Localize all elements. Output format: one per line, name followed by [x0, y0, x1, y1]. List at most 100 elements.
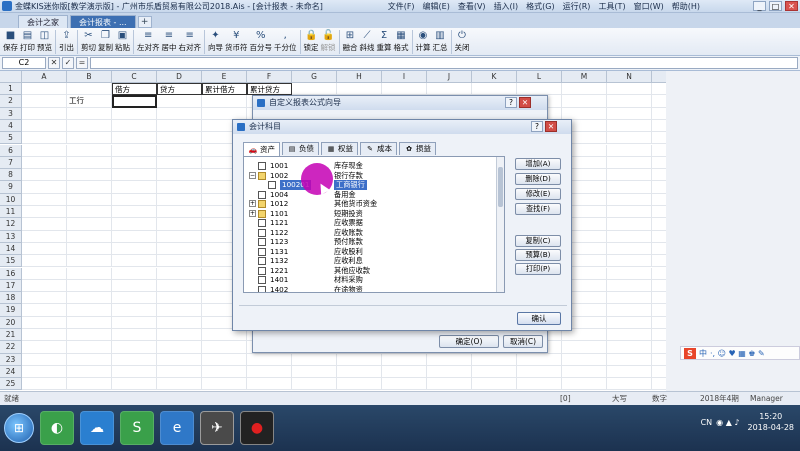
- cell-C8[interactable]: [112, 169, 157, 182]
- account-tree-item[interactable]: 1221 其他应收款: [244, 266, 496, 276]
- toolbar-summary-button[interactable]: ▥ 汇总: [432, 28, 449, 53]
- cell-C20[interactable]: [112, 316, 157, 329]
- cell-K23[interactable]: [472, 353, 517, 366]
- cell-D10[interactable]: [157, 193, 202, 206]
- account-tab-asset[interactable]: 🚗 资产: [243, 142, 280, 156]
- cell-A10[interactable]: [22, 193, 67, 206]
- cell-C25[interactable]: [112, 378, 157, 391]
- cell-J24[interactable]: [427, 365, 472, 379]
- account-tree-item[interactable]: 1001 库存现金: [244, 161, 496, 171]
- account-tree-item[interactable]: +1012 其他货币资金: [244, 199, 496, 209]
- column-header-B[interactable]: B: [67, 71, 112, 83]
- toolbar-preview-button[interactable]: ◫ 预览: [36, 28, 53, 53]
- cell-F25[interactable]: [247, 378, 292, 391]
- cell-A16[interactable]: [22, 267, 67, 280]
- cell-C9[interactable]: [112, 181, 157, 194]
- row-header-15[interactable]: 15: [0, 255, 22, 268]
- cell-D15[interactable]: [157, 255, 202, 268]
- toolbar-recalc-button[interactable]: Σ 重算: [376, 28, 393, 53]
- cell-A2[interactable]: [22, 95, 67, 108]
- expand-icon[interactable]: +: [249, 209, 256, 217]
- cell-D13[interactable]: [157, 230, 202, 243]
- menu-item[interactable]: 编辑(E): [423, 1, 450, 12]
- row-header-3[interactable]: 3: [0, 107, 22, 120]
- cell-O21[interactable]: [652, 329, 666, 342]
- cell-N7[interactable]: [607, 156, 652, 170]
- minimize-button[interactable]: _: [753, 1, 766, 11]
- cell-N12[interactable]: [607, 218, 652, 231]
- cell-E1[interactable]: 累计借方: [202, 83, 247, 96]
- cell-A3[interactable]: [22, 107, 67, 120]
- cell-D8[interactable]: [157, 169, 202, 182]
- ime-toolbar[interactable]: S 中 ·, ☺ ♥ ▦ ♚ ✎: [680, 346, 800, 360]
- cell-F1[interactable]: 累计贷方: [247, 83, 292, 96]
- cell-O19[interactable]: [652, 304, 666, 317]
- cell-B18[interactable]: [67, 292, 112, 305]
- cell-B9[interactable]: [67, 181, 112, 194]
- cell-O3[interactable]: [652, 108, 666, 120]
- cell-B13[interactable]: [67, 230, 112, 243]
- row-header-12[interactable]: 12: [0, 218, 22, 231]
- cell-O15[interactable]: [652, 255, 666, 268]
- row-header-5[interactable]: 5: [0, 132, 22, 145]
- tab-1[interactable]: 会计报表 - ...: [70, 15, 136, 28]
- account-tree-item[interactable]: 1402 在途物资: [244, 285, 496, 292]
- cell-D20[interactable]: [157, 316, 202, 329]
- toolbar-paste-button[interactable]: ▣ 粘贴: [114, 28, 131, 53]
- cell-K24[interactable]: [472, 365, 517, 379]
- cell-A12[interactable]: [22, 218, 67, 231]
- cell-C3[interactable]: [112, 107, 157, 120]
- cell-N17[interactable]: [607, 279, 652, 293]
- cell-K1[interactable]: [472, 83, 517, 96]
- row-header-17[interactable]: 17: [0, 279, 22, 293]
- cell-N19[interactable]: [607, 304, 652, 317]
- cell-M24[interactable]: [562, 365, 607, 379]
- cell-C1[interactable]: 借方: [112, 83, 157, 96]
- cell-O2[interactable]: [652, 95, 666, 108]
- menu-item[interactable]: 查看(V): [458, 1, 486, 12]
- column-header-J[interactable]: J: [427, 71, 472, 83]
- cell-C12[interactable]: [112, 218, 157, 231]
- cell-B5[interactable]: [67, 132, 112, 145]
- column-header-L[interactable]: L: [517, 71, 562, 83]
- cell-L1[interactable]: [517, 83, 562, 96]
- cell-O22[interactable]: [652, 341, 666, 354]
- cell-O12[interactable]: [652, 218, 666, 231]
- cell-B4[interactable]: [67, 119, 112, 133]
- cell-N24[interactable]: [607, 365, 652, 379]
- cell-H24[interactable]: [337, 365, 382, 379]
- cell-B10[interactable]: [67, 193, 112, 206]
- row-header-10[interactable]: 10: [0, 193, 22, 206]
- account-tree-item[interactable]: 1123 预付账款: [244, 237, 496, 247]
- cell-B23[interactable]: [67, 353, 112, 366]
- menu-item[interactable]: 插入(I): [494, 1, 519, 12]
- cell-B21[interactable]: [67, 329, 112, 342]
- cell-A14[interactable]: [22, 242, 67, 256]
- row-header-20[interactable]: 20: [0, 316, 22, 329]
- cell-D21[interactable]: [157, 329, 202, 342]
- row-header-23[interactable]: 23: [0, 353, 22, 366]
- cell-N2[interactable]: [607, 95, 652, 108]
- cell-N15[interactable]: [607, 255, 652, 268]
- row-header-2[interactable]: 2: [0, 95, 22, 108]
- cell-C15[interactable]: [112, 255, 157, 268]
- cell-C2[interactable]: [112, 95, 157, 108]
- toolbar-thousands-button[interactable]: , 千分位: [273, 28, 298, 53]
- cell-B7[interactable]: [67, 156, 112, 170]
- cell-C13[interactable]: [112, 230, 157, 243]
- cell-N5[interactable]: [607, 132, 652, 145]
- cell-O18[interactable]: [652, 292, 666, 305]
- taskbar-app-record[interactable]: ●: [240, 411, 274, 445]
- maximize-button[interactable]: □: [769, 1, 782, 11]
- account-button-1[interactable]: 删除(D): [515, 173, 561, 185]
- toolbar-save-button[interactable]: ■ 保存: [2, 28, 19, 53]
- taskbar-app-sogou[interactable]: S: [120, 411, 154, 445]
- cell-A1[interactable]: [22, 83, 67, 96]
- menu-item[interactable]: 格式(G): [526, 1, 554, 12]
- column-header-E[interactable]: E: [202, 71, 247, 83]
- cell-O11[interactable]: [652, 206, 666, 219]
- cell-A24[interactable]: [22, 365, 67, 379]
- cell-C22[interactable]: [112, 341, 157, 354]
- account-button2-1[interactable]: 预算(B): [515, 249, 561, 261]
- column-header-G[interactable]: G: [292, 71, 337, 83]
